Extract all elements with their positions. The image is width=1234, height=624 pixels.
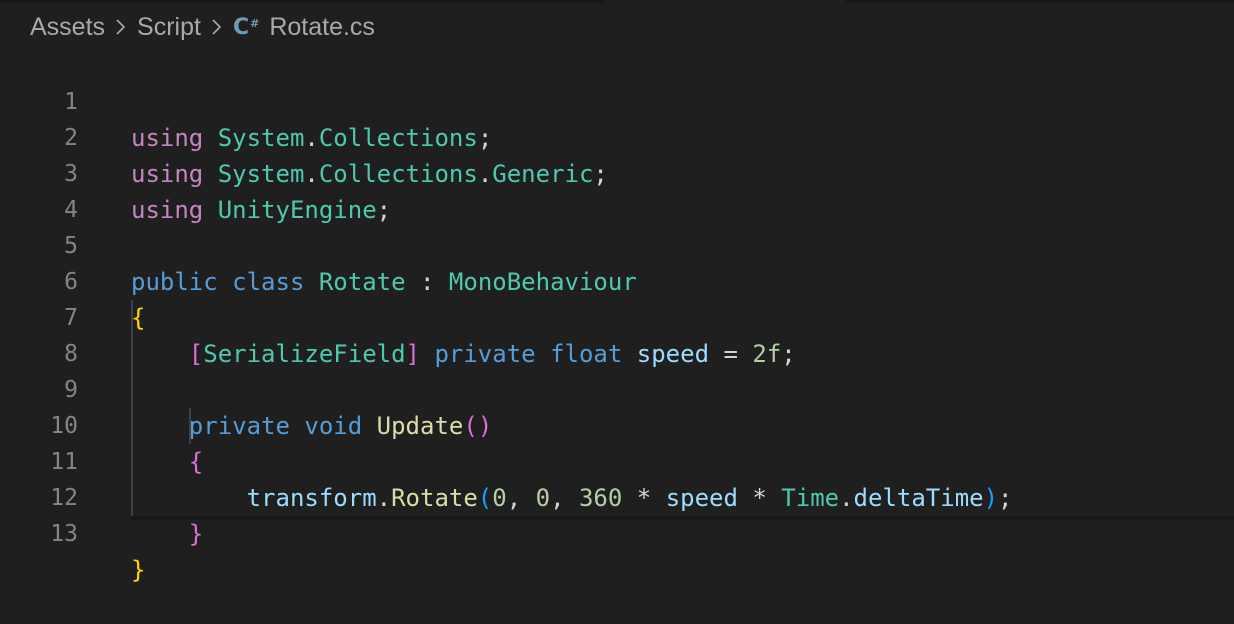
horizontal-scrollbar-track[interactable] — [131, 516, 1234, 520]
breadcrumb-item-file[interactable]: Rotate.cs — [269, 13, 375, 42]
line-number: 13 — [50, 521, 78, 547]
code-text: } — [131, 556, 146, 584]
code-editor[interactable]: 1 using System.Collections; 2 using Syst… — [0, 48, 1234, 584]
code-text: } — [188, 520, 204, 548]
breadcrumb-item-assets[interactable]: Assets — [30, 13, 105, 42]
code-line: 2 using System.Collections.Generic; — [0, 84, 1234, 188]
code-line: 7 [SerializeField] private float speed =… — [0, 264, 1234, 368]
tab-border-right — [846, 0, 1234, 3]
tab-border-left — [0, 0, 606, 3]
breadcrumb: Assets Script C # Rotate.cs — [30, 10, 375, 44]
code-line: 3 using UnityEngine; — [0, 120, 1234, 224]
code-line: 6 { — [0, 228, 1234, 332]
code-line: 10 { — [0, 372, 1234, 476]
code-line: 9 private void Update() — [0, 336, 1234, 440]
csharp-file-icon: C # — [232, 14, 260, 40]
code-line: 1 using System.Collections; — [0, 48, 1234, 152]
breadcrumb-item-script[interactable]: Script — [137, 13, 201, 42]
editor-top-border — [0, 0, 1234, 3]
code-line: 12 } — [0, 444, 1234, 548]
code-line: 5 public class Rotate : MonoBehaviour — [0, 192, 1234, 296]
code-line: 11 transform.Rotate(0, 0, 360 * speed * … — [0, 408, 1234, 512]
code-line: 8 — [0, 300, 1234, 367]
code-line: 13 } — [0, 480, 1234, 584]
chevron-right-icon — [209, 15, 225, 39]
chevron-right-icon — [113, 15, 129, 39]
code-line: 4 — [0, 156, 1234, 223]
